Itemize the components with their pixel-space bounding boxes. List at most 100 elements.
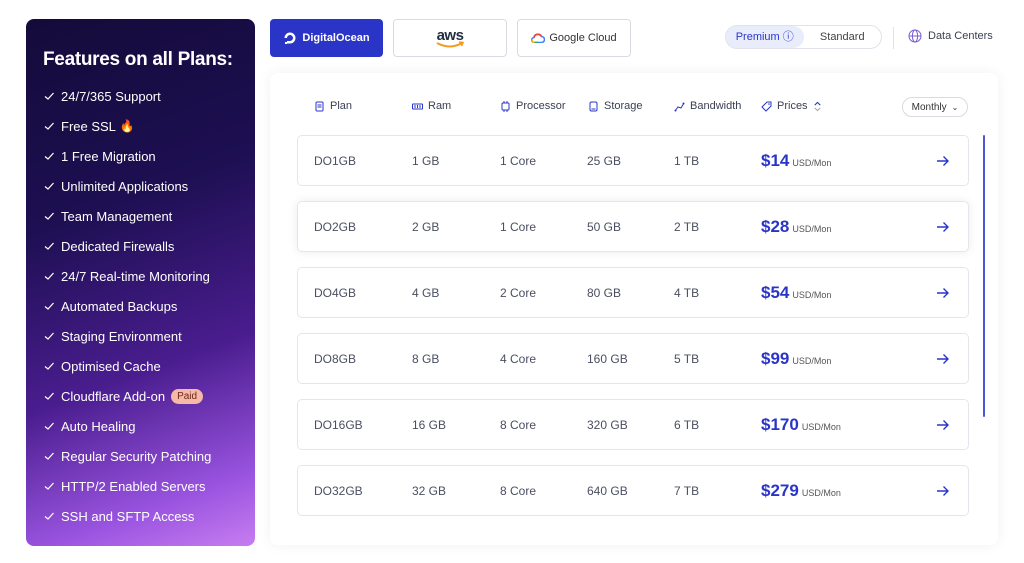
plan-name: DO8GB — [314, 351, 357, 366]
header-divider — [893, 27, 894, 49]
check-icon — [44, 332, 54, 340]
feature-item: Auto Healing — [43, 411, 255, 441]
bandwidth-icon — [674, 102, 685, 111]
arrow-right-icon[interactable] — [936, 485, 950, 497]
plan-bandwidth: 6 TB — [674, 417, 700, 432]
feature-label: Staging Environment — [61, 328, 182, 344]
plan-price: $28 USD/Mon — [761, 217, 831, 237]
plan-ram: 1 GB — [412, 153, 440, 168]
sort-icon[interactable] — [812, 101, 823, 112]
plan-bandwidth: 5 TB — [674, 351, 700, 366]
billing-period-value: Monthly — [911, 101, 947, 113]
feature-label: 1 Free Migration — [61, 148, 156, 164]
plan-price: $14 USD/Mon — [761, 151, 831, 171]
feature-item: Dedicated Firewalls — [43, 231, 255, 261]
arrow-right-icon[interactable] — [936, 353, 950, 365]
price-unit: USD/Mon — [792, 355, 832, 366]
feature-label: Team Management — [61, 208, 173, 224]
plan-icon — [315, 101, 324, 111]
header-prices-label: Prices — [777, 100, 808, 112]
plan-row[interactable]: DO2GB 2 GB 1 Core 50 GB 2 TB $28 USD/Mon — [297, 201, 969, 252]
feature-item: Regular Security Patching — [43, 441, 255, 471]
provider-label: DigitalOcean — [302, 32, 370, 44]
plan-processor: 1 Core — [500, 153, 537, 168]
price-unit: USD/Mon — [792, 157, 832, 168]
check-icon — [44, 92, 54, 100]
price-value: $14 — [761, 150, 790, 170]
header-storage-label: Storage — [604, 100, 643, 112]
fire-icon: 🔥 — [119, 119, 135, 133]
plan-row[interactable]: DO1GB 1 GB 1 Core 25 GB 1 TB $14 USD/Mon — [297, 135, 969, 186]
feature-item: Automated Backups — [43, 291, 255, 321]
check-icon — [44, 452, 54, 460]
premium-option[interactable]: Premium ⓘ — [726, 26, 804, 48]
plan-ram: 2 GB — [412, 219, 440, 234]
header-bandwidth-label: Bandwidth — [690, 100, 742, 112]
feature-item: Unlimited Applications — [43, 171, 255, 201]
plan-ram: 32 GB — [412, 483, 447, 498]
price-unit: USD/Mon — [792, 289, 832, 300]
header-prices[interactable]: Prices — [761, 100, 828, 112]
plan-processor: 1 Core — [500, 219, 537, 234]
check-icon — [44, 362, 54, 370]
check-icon — [44, 122, 54, 130]
digitalocean-logo-icon — [284, 32, 296, 44]
table-scrollbar[interactable] — [983, 135, 985, 417]
plan-ram: 4 GB — [412, 285, 440, 300]
feature-item: Cloudflare Add-on Paid — [43, 381, 255, 411]
feature-label: SSH and SFTP Access — [61, 508, 195, 524]
plan-name: DO32GB — [314, 483, 363, 498]
plan-name: DO2GB — [314, 219, 357, 234]
feature-item: Free SSL 🔥 — [43, 111, 255, 141]
header-plan-label: Plan — [330, 100, 353, 112]
plan-bandwidth: 7 TB — [674, 483, 700, 498]
feature-label: Cloudflare Add-on — [61, 388, 166, 404]
paid-badge: Paid — [171, 388, 204, 404]
plan-ram: 16 GB — [412, 417, 447, 432]
standard-option[interactable]: Standard — [804, 26, 882, 48]
header-ram: Ram — [412, 100, 451, 112]
arrow-right-icon[interactable] — [936, 419, 950, 431]
features-list: 24/7/365 Support Free SSL 🔥 1 Free Migrat… — [43, 81, 255, 531]
plan-storage: 50 GB — [587, 219, 622, 234]
check-icon — [44, 272, 54, 280]
feature-item: SSH and SFTP Access — [43, 501, 255, 531]
aws-smile-icon — [436, 41, 464, 48]
feature-item: 24/7 Real-time Monitoring — [43, 261, 255, 291]
globe-icon — [908, 29, 922, 43]
billing-period-select[interactable]: Monthly ⌄ — [902, 97, 968, 117]
price-value: $99 — [761, 348, 790, 368]
provider-tab-aws[interactable]: aws — [393, 19, 507, 57]
feature-label: Automated Backups — [61, 298, 178, 314]
plan-name: DO1GB — [314, 153, 357, 168]
check-icon — [44, 302, 54, 310]
tier-toggle[interactable]: Premium ⓘ Standard — [725, 25, 882, 49]
check-icon — [44, 182, 54, 190]
plan-row[interactable]: DO8GB 8 GB 4 Core 160 GB 5 TB $99 USD/Mon — [297, 333, 969, 384]
plan-row[interactable]: DO16GB 16 GB 8 Core 320 GB 6 TB $170 USD/… — [297, 399, 969, 450]
feature-label: HTTP/2 Enabled Servers — [61, 478, 206, 494]
arrow-right-icon[interactable] — [936, 221, 950, 233]
header-storage: Storage — [588, 100, 643, 112]
data-centers-link[interactable]: Data Centers — [908, 29, 993, 43]
plan-name: DO4GB — [314, 285, 357, 300]
price-unit: USD/Mon — [801, 487, 841, 498]
feature-item: 24/7/365 Support — [43, 81, 255, 111]
plan-bandwidth: 4 TB — [674, 285, 700, 300]
info-icon[interactable]: ⓘ — [783, 31, 794, 43]
plan-row[interactable]: DO4GB 4 GB 2 Core 80 GB 4 TB $54 USD/Mon — [297, 267, 969, 318]
check-icon — [44, 482, 54, 490]
feature-item: 1 Free Migration — [43, 141, 255, 171]
check-icon — [44, 242, 54, 250]
header-bandwidth: Bandwidth — [674, 100, 741, 112]
provider-tab-digitalocean[interactable]: DigitalOcean — [270, 19, 383, 57]
plan-row[interactable]: DO32GB 32 GB 8 Core 640 GB 7 TB $279 USD/… — [297, 465, 969, 516]
plan-price: $54 USD/Mon — [761, 283, 831, 303]
plan-name: DO16GB — [314, 417, 363, 432]
provider-tab-google-cloud[interactable]: Google Cloud — [517, 19, 631, 57]
feature-label: Regular Security Patching — [61, 448, 212, 464]
header-processor-label: Processor — [516, 100, 566, 112]
arrow-right-icon[interactable] — [936, 155, 950, 167]
arrow-right-icon[interactable] — [936, 287, 950, 299]
google-cloud-logo-icon — [531, 33, 546, 43]
